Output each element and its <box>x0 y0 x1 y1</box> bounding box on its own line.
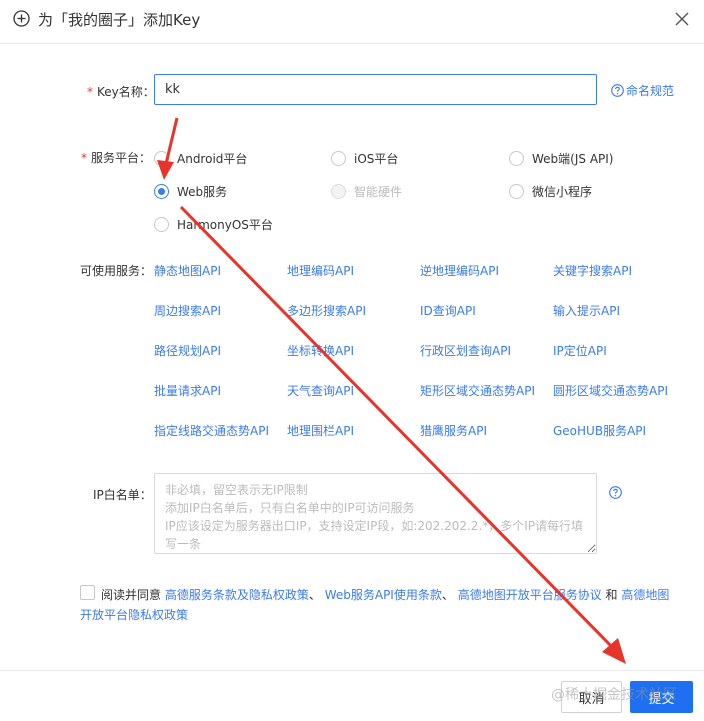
api-link[interactable]: 输入提示API <box>553 302 620 319</box>
web-api-terms-link[interactable]: Web服务API使用条款 <box>325 588 442 602</box>
dialog-header: 为「我的圈子」添加Key <box>0 0 704 44</box>
platform-service-agreement-link[interactable]: 高德地图开放平台服务协议 <box>458 588 602 602</box>
api-link[interactable]: 关键字搜索API <box>553 262 632 279</box>
radio-circle-checked <box>154 184 169 199</box>
arrow-to-web-service <box>157 117 179 180</box>
key-name-label: * Key名称： <box>87 85 155 99</box>
api-link[interactable]: 猎鹰服务API <box>420 422 487 439</box>
radio-harmonyos[interactable]: HarmonyOS平台 <box>154 216 273 233</box>
platform-label: * 服务平台： <box>81 151 152 165</box>
api-link[interactable]: 行政区划查询API <box>420 342 511 359</box>
api-link[interactable]: 矩形区域交通态势API <box>420 382 535 399</box>
api-link[interactable]: IP定位API <box>553 342 607 359</box>
ip-whitelist-textarea[interactable] <box>154 473 597 554</box>
agreement-text: 阅读并同意 高德服务条款及隐私权政策、 Web服务API使用条款、 高德地图开放… <box>80 588 670 622</box>
api-link[interactable]: 逆地理编码API <box>420 262 499 279</box>
required-mark: * <box>81 151 87 165</box>
radio-circle <box>154 217 169 232</box>
help-circle-icon <box>611 84 624 97</box>
api-link[interactable]: 地理围栏API <box>287 422 354 439</box>
key-name-input[interactable] <box>154 74 597 105</box>
required-mark: * <box>87 85 93 99</box>
radio-circle-disabled <box>331 184 346 199</box>
dialog-title: 为「我的圈子」添加Key <box>38 11 201 29</box>
help-circle-icon[interactable] <box>609 486 622 499</box>
radio-circle <box>331 151 346 166</box>
api-link[interactable]: 批量请求API <box>154 382 221 399</box>
radio-web-service[interactable]: Web服务 <box>154 183 227 200</box>
radio-ios[interactable]: iOS平台 <box>331 150 398 167</box>
cancel-button[interactable]: 取消 <box>561 681 622 713</box>
api-link[interactable]: ID查询API <box>420 302 476 319</box>
radio-circle <box>509 151 524 166</box>
api-link[interactable]: 圆形区域交通态势API <box>553 382 668 399</box>
radio-wechat-mini-program[interactable]: 微信小程序 <box>509 183 592 200</box>
radio-circle <box>509 184 524 199</box>
naming-rules-link[interactable]: 命名规范 <box>611 82 674 99</box>
terms-privacy-link[interactable]: 高德服务条款及隐私权政策 <box>165 588 309 602</box>
api-link[interactable]: 多边形搜索API <box>287 302 366 319</box>
radio-smart-hardware: 智能硬件 <box>331 183 402 200</box>
plus-circle-icon <box>13 10 30 27</box>
radio-web-js-api[interactable]: Web端(JS API) <box>509 150 613 167</box>
api-link[interactable]: 路径规划API <box>154 342 221 359</box>
close-icon[interactable] <box>674 11 690 27</box>
api-link[interactable]: GeoHUB服务API <box>553 422 646 439</box>
api-link[interactable]: 天气查询API <box>287 382 354 399</box>
api-link[interactable]: 静态地图API <box>154 262 221 279</box>
radio-circle <box>154 151 169 166</box>
services-label: 可使用服务： <box>80 264 153 278</box>
api-link[interactable]: 周边搜索API <box>154 302 221 319</box>
ip-whitelist-label: IP白名单： <box>93 488 152 502</box>
radio-android[interactable]: Android平台 <box>154 150 247 167</box>
api-link[interactable]: 坐标转换API <box>287 342 354 359</box>
api-link[interactable]: 地理编码API <box>287 262 354 279</box>
submit-button[interactable]: 提交 <box>630 681 693 713</box>
agreement-checkbox[interactable] <box>80 585 95 600</box>
api-link[interactable]: 指定线路交通态势API <box>154 422 269 439</box>
